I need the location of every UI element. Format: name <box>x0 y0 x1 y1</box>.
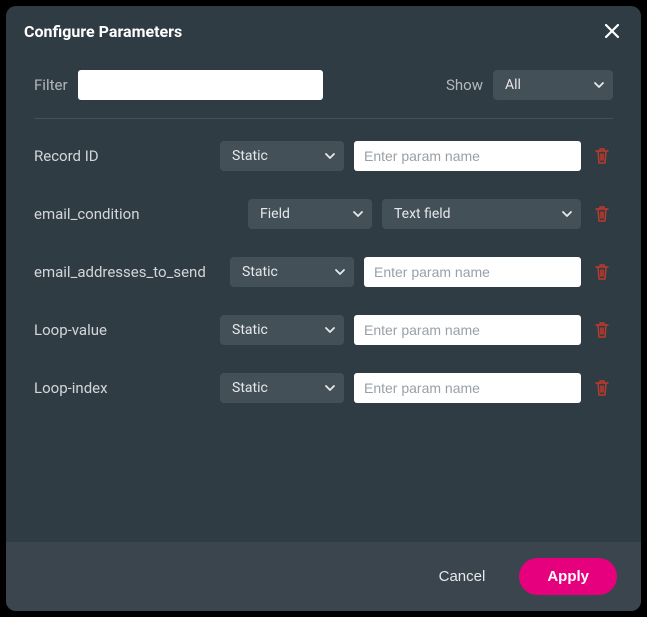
param-name-label: Loop-index <box>34 379 210 397</box>
param-value-input[interactable] <box>364 257 581 287</box>
cancel-button[interactable]: Cancel <box>429 560 496 593</box>
param-value-input[interactable] <box>354 373 581 403</box>
param-type-select[interactable]: Field <box>248 199 372 229</box>
trash-icon[interactable] <box>591 379 613 397</box>
dialog-title: Configure Parameters <box>24 22 182 41</box>
chevron-down-icon <box>324 150 336 162</box>
dialog-titlebar: Configure Parameters <box>6 6 641 56</box>
apply-button[interactable]: Apply <box>519 558 617 595</box>
filter-row: Filter Show All <box>34 70 613 119</box>
param-row: Loop-value Static <box>34 315 613 345</box>
chevron-down-icon <box>334 266 346 278</box>
chevron-down-icon <box>352 208 364 220</box>
filter-label: Filter <box>34 76 68 94</box>
param-type-value: Static <box>232 148 268 164</box>
param-value-input[interactable] <box>354 141 581 171</box>
param-type-value: Static <box>242 264 278 280</box>
param-type-value: Static <box>232 322 268 338</box>
trash-icon[interactable] <box>591 263 613 281</box>
param-name-label: Loop-value <box>34 321 210 339</box>
param-type-value: Static <box>232 380 268 396</box>
filter-group: Filter <box>34 70 323 100</box>
param-name-label: Record ID <box>34 147 210 165</box>
param-field-select[interactable]: Text field <box>382 199 581 229</box>
filter-input[interactable] <box>78 70 323 100</box>
param-name-label: email_condition <box>34 205 238 223</box>
close-icon[interactable] <box>601 20 623 42</box>
param-field-value: Text field <box>394 206 451 222</box>
param-row: Loop-index Static <box>34 373 613 403</box>
param-type-select[interactable]: Static <box>220 373 344 403</box>
show-select-value: All <box>505 77 521 93</box>
chevron-down-icon <box>324 324 336 336</box>
param-row: email_condition Field Text field <box>34 199 613 229</box>
param-type-select[interactable]: Static <box>220 315 344 345</box>
trash-icon[interactable] <box>591 205 613 223</box>
chevron-down-icon <box>561 208 573 220</box>
chevron-down-icon <box>593 79 605 91</box>
param-row: Record ID Static <box>34 141 613 171</box>
show-label: Show <box>446 76 483 94</box>
param-row: email_addresses_to_send Static <box>34 257 613 287</box>
param-type-value: Field <box>260 206 290 222</box>
configure-parameters-dialog: Configure Parameters Filter Show All <box>6 6 641 611</box>
show-select[interactable]: All <box>493 70 613 100</box>
trash-icon[interactable] <box>591 321 613 339</box>
trash-icon[interactable] <box>591 147 613 165</box>
param-name-label: email_addresses_to_send <box>34 263 220 281</box>
dialog-footer: Cancel Apply <box>6 542 641 611</box>
param-value-input[interactable] <box>354 315 581 345</box>
params-list: Record ID Static email_condition Field <box>34 119 613 403</box>
param-type-select[interactable]: Static <box>230 257 354 287</box>
dialog-body: Filter Show All Record ID Static <box>6 56 641 542</box>
show-group: Show All <box>446 70 613 100</box>
param-type-select[interactable]: Static <box>220 141 344 171</box>
chevron-down-icon <box>324 382 336 394</box>
